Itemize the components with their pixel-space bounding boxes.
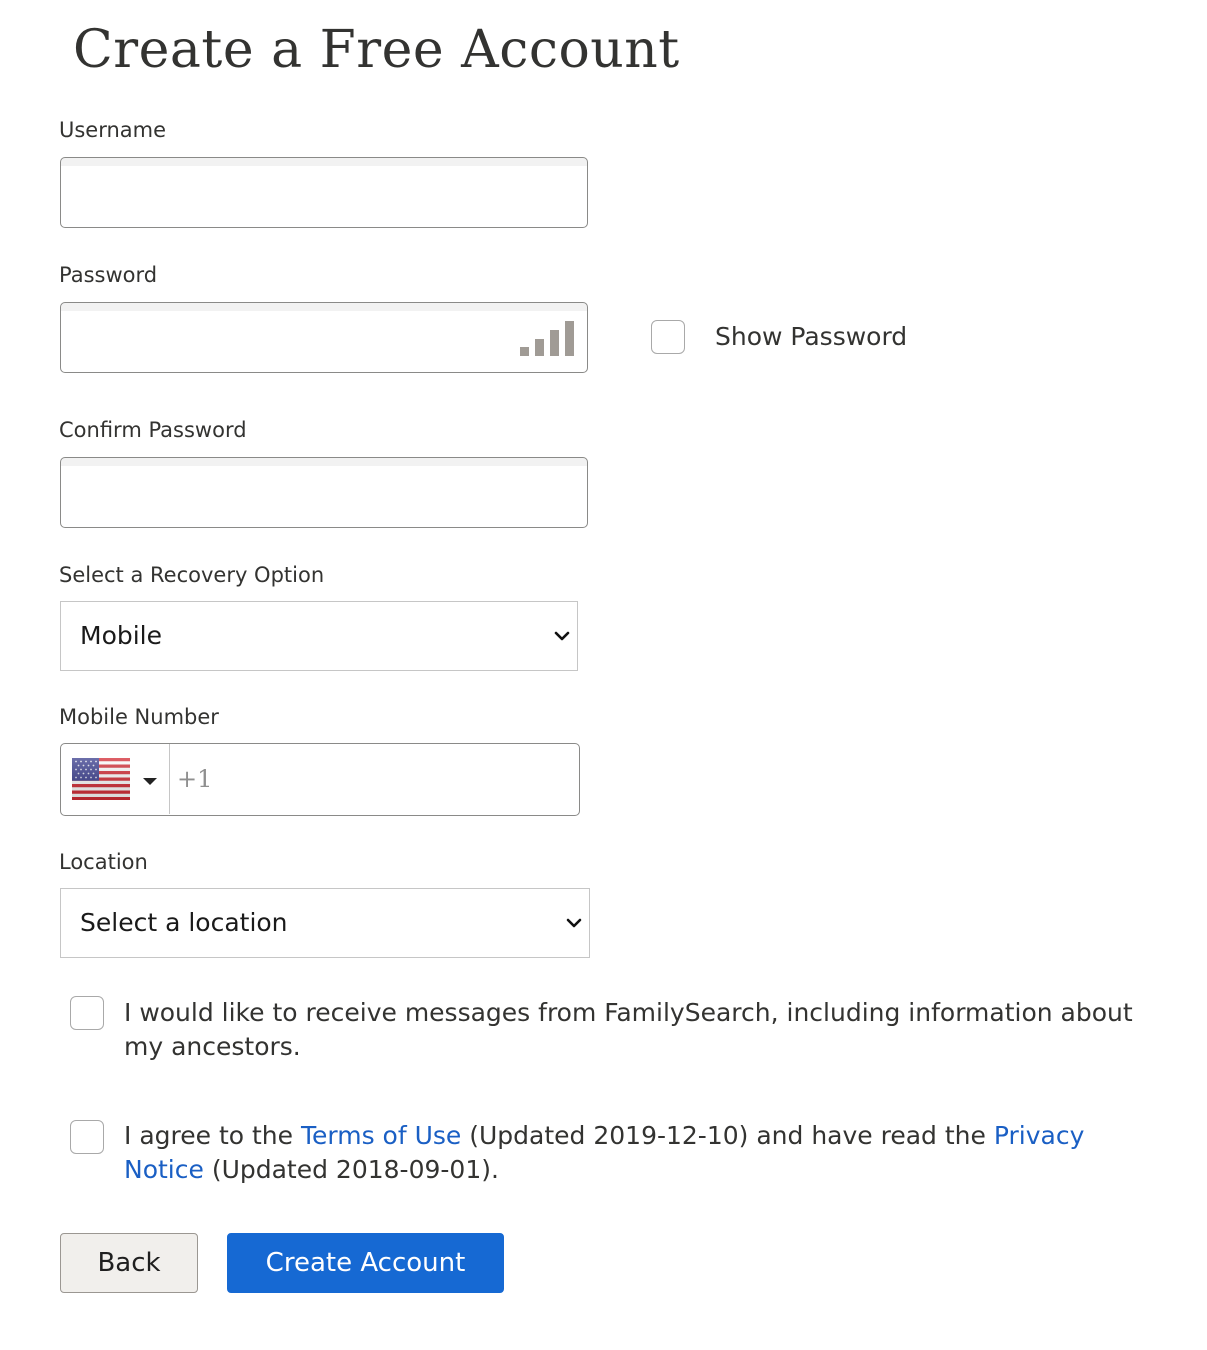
recovery-option-value: Mobile <box>80 621 163 650</box>
signal-bars-icon <box>520 321 576 356</box>
recovery-option-select[interactable]: Mobile <box>60 601 578 671</box>
receive-messages-checkbox[interactable] <box>70 996 104 1030</box>
chevron-down-icon <box>554 631 570 641</box>
receive-messages-label[interactable]: I would like to receive messages from Fa… <box>124 996 1164 1064</box>
location-value: Select a location <box>80 908 288 937</box>
confirm-password-label: Confirm Password <box>59 418 247 442</box>
agree-terms-text-start: I agree to the <box>124 1121 301 1150</box>
location-label: Location <box>59 850 148 874</box>
recovery-option-label: Select a Recovery Option <box>59 563 325 587</box>
us-flag-icon <box>72 758 130 800</box>
password-label: Password <box>59 263 158 287</box>
caret-down-icon <box>143 778 157 785</box>
back-button[interactable]: Back <box>60 1233 198 1293</box>
location-select[interactable]: Select a location <box>60 888 590 958</box>
mobile-number-field <box>60 743 588 816</box>
agree-terms-text-middle: (Updated 2019-12-10) and have read the <box>461 1121 994 1150</box>
page-title: Create a Free Account <box>73 20 680 80</box>
terms-of-use-link[interactable]: Terms of Use <box>301 1121 461 1150</box>
agree-terms-checkbox[interactable] <box>70 1120 104 1154</box>
country-code-select[interactable] <box>61 744 170 814</box>
agree-terms-label: I agree to the Terms of Use (Updated 201… <box>124 1119 1164 1187</box>
username-input[interactable] <box>60 157 588 228</box>
mobile-number-input[interactable] <box>171 744 588 814</box>
password-input[interactable] <box>60 302 588 373</box>
mobile-number-label: Mobile Number <box>59 705 219 729</box>
show-password-checkbox[interactable] <box>651 320 685 354</box>
agree-terms-text-end: (Updated 2018-09-01). <box>203 1155 499 1184</box>
create-account-button[interactable]: Create Account <box>227 1233 504 1293</box>
chevron-down-icon <box>566 918 582 928</box>
show-password-label[interactable]: Show Password <box>715 320 907 354</box>
confirm-password-input[interactable] <box>60 457 588 528</box>
username-label: Username <box>59 118 167 142</box>
